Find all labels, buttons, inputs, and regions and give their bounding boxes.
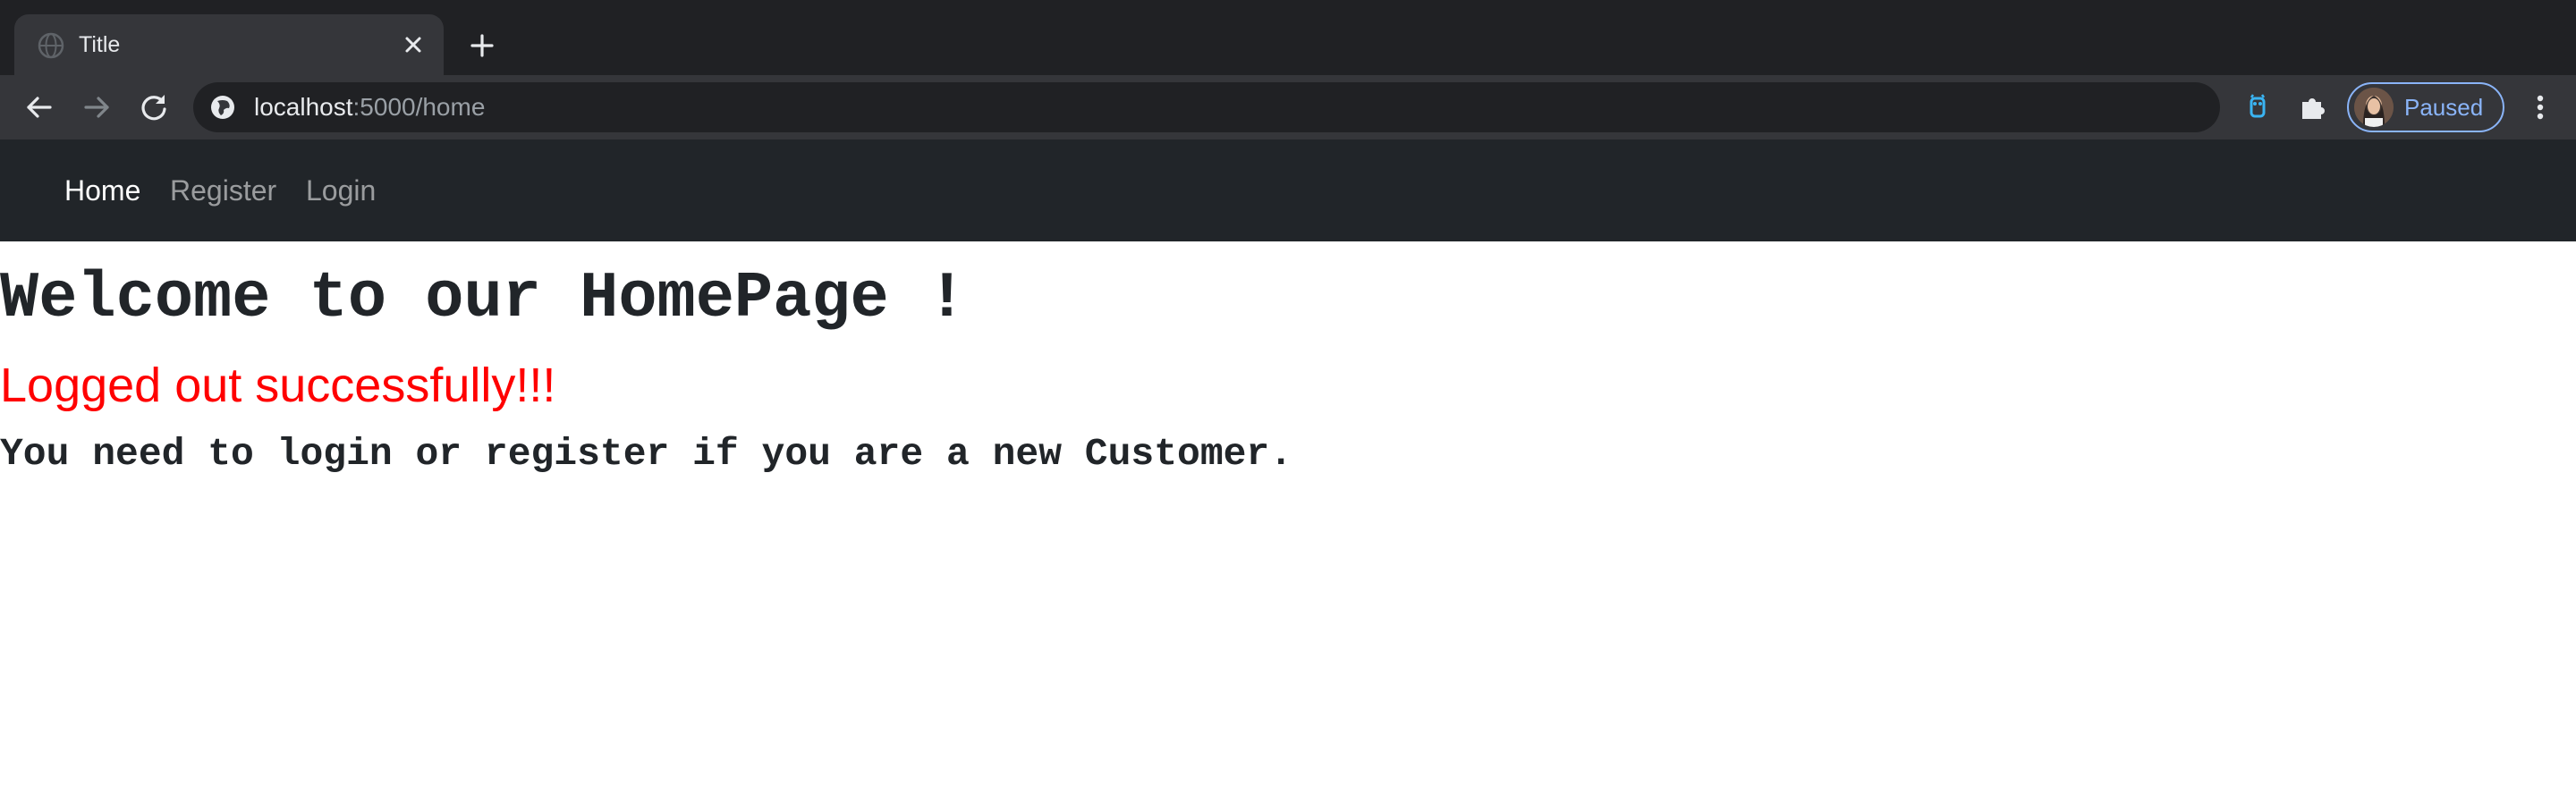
reload-icon[interactable]: [136, 89, 172, 125]
globe-icon: [38, 32, 64, 59]
url-text: localhost:5000/home: [254, 82, 485, 132]
arrow-right-icon[interactable]: [79, 89, 114, 125]
browser-tabstrip: Title: [0, 0, 2576, 75]
browser-toolbar: localhost:5000/home Paused: [0, 75, 2576, 139]
flash-message: Logged out successfully!!!: [0, 359, 556, 412]
url-host: localhost: [254, 93, 353, 121]
avatar: [2354, 88, 2394, 127]
close-icon[interactable]: [399, 30, 428, 59]
profile-button[interactable]: Paused: [2347, 82, 2504, 132]
vertical-dots-icon[interactable]: [2522, 89, 2558, 125]
globe-icon[interactable]: [209, 94, 236, 121]
puzzle-piece-icon[interactable]: [2295, 89, 2331, 125]
owl-extension-icon[interactable]: [2240, 89, 2275, 125]
address-bar[interactable]: localhost:5000/home: [193, 82, 2220, 132]
profile-status-label: Paused: [2404, 94, 2484, 121]
tab-title: Title: [79, 32, 121, 57]
nav-link-home[interactable]: Home: [64, 170, 140, 211]
nav-link-register[interactable]: Register: [170, 170, 276, 211]
page-title: Welcome to our HomePage !: [0, 262, 967, 335]
login-prompt-text: You need to login or register if you are…: [0, 432, 1293, 476]
browser-tab[interactable]: Title: [14, 14, 444, 75]
nav-link-login[interactable]: Login: [306, 170, 376, 211]
url-path: :5000/home: [352, 93, 486, 121]
plus-icon[interactable]: [465, 29, 499, 63]
arrow-left-icon[interactable]: [21, 89, 57, 125]
page-content: Home Register Login Welcome to our HomeP…: [0, 139, 2576, 794]
site-navbar: Home Register Login: [0, 139, 2576, 241]
